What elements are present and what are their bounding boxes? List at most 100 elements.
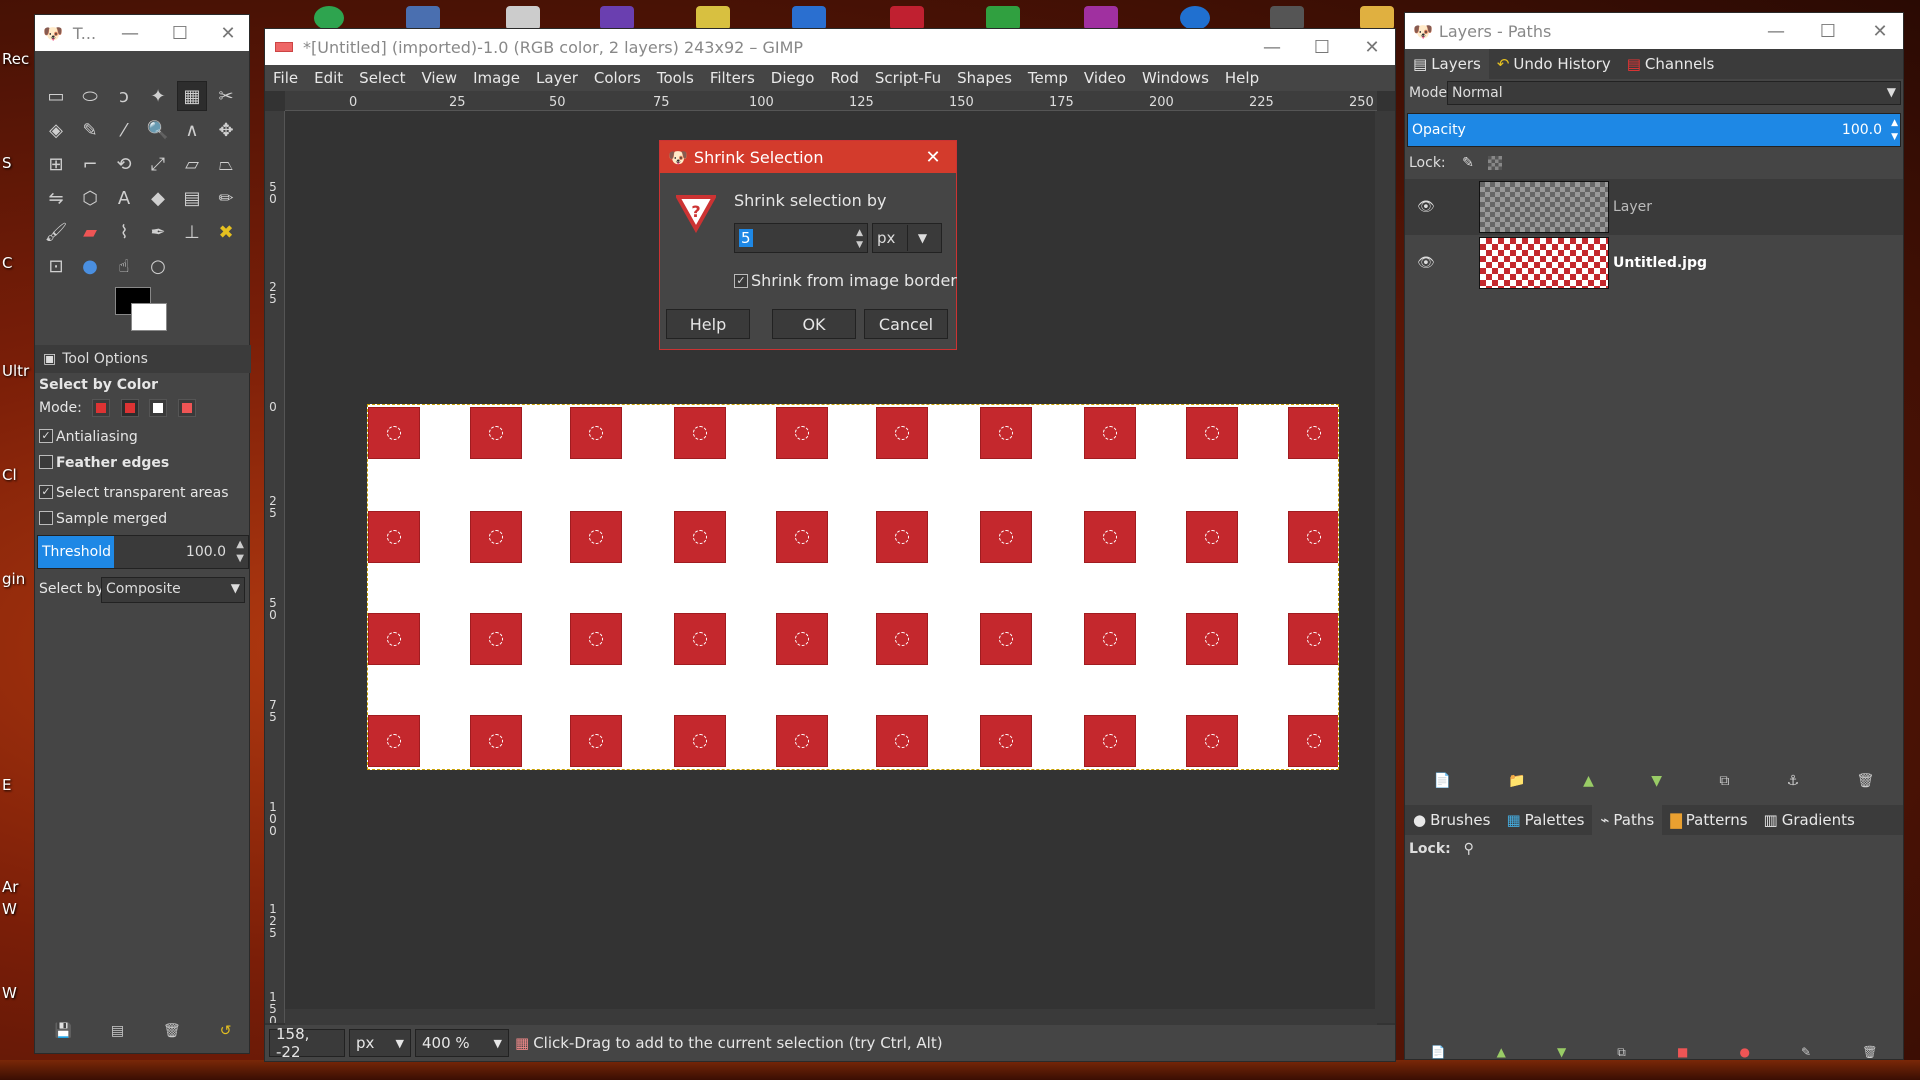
desktop-folder-icon[interactable] — [1360, 6, 1394, 30]
select-transparent-checkbox[interactable]: ✓ — [39, 485, 53, 499]
new-layer-icon[interactable]: 📄 — [1434, 773, 1451, 797]
shrink-border-checkbox[interactable]: ✓ — [734, 273, 748, 288]
scissors-tool-icon[interactable]: ✂ — [211, 81, 241, 111]
horizontal-ruler[interactable]: 0 25 50 75 100 125 150 175 200 225 250 — [285, 91, 1377, 111]
mode-add-button[interactable] — [120, 399, 139, 417]
desktop-app-icon[interactable] — [1084, 6, 1118, 30]
mode-intersect-button[interactable] — [177, 399, 196, 417]
tab-brushes[interactable]: ● Brushes — [1405, 805, 1498, 835]
desktop-app-icon[interactable] — [1270, 6, 1304, 30]
tab-channels[interactable]: ▤ Channels — [1619, 49, 1723, 79]
move-tool-icon[interactable]: ✥ — [211, 115, 241, 145]
desktop-app-icon[interactable] — [696, 6, 730, 30]
menu-diego[interactable]: Diego — [771, 69, 815, 87]
measure-tool-icon[interactable]: ∧ — [177, 115, 207, 145]
desktop-label[interactable]: S — [2, 154, 12, 172]
perspective-tool-icon[interactable]: ⏢ — [211, 149, 241, 179]
close-button[interactable]: ✕ — [1855, 13, 1905, 49]
heal-tool-icon[interactable]: ✖ — [211, 217, 241, 247]
dialog-titlebar[interactable]: 🐶 Shrink Selection ✕ — [660, 141, 956, 173]
mode-subtract-button[interactable] — [149, 399, 168, 417]
new-path-icon[interactable]: 📄 — [1431, 1045, 1446, 1059]
stroke-path-icon[interactable]: ✎ — [1801, 1045, 1811, 1059]
tab-palettes[interactable]: ▦ Palettes — [1498, 805, 1592, 835]
threshold-slider[interactable]: Threshold 100.0 ▲ ▼ — [37, 535, 249, 569]
airbrush-tool-icon[interactable]: ⌇ — [109, 217, 139, 247]
delete-options-icon[interactable]: 🗑 — [163, 1023, 181, 1047]
ok-button[interactable]: OK — [772, 309, 856, 339]
tab-paths[interactable]: ⌁ Paths — [1592, 805, 1663, 835]
desktop-app-icon[interactable] — [890, 6, 924, 30]
lower-path-icon[interactable]: ▼ — [1557, 1045, 1566, 1059]
chevron-down-icon[interactable]: ▼ — [907, 225, 937, 251]
flip-tool-icon[interactable]: ⇋ — [41, 183, 71, 213]
toolbox-titlebar[interactable]: 🐶 T... — ☐ ✕ — [35, 15, 249, 51]
menu-file[interactable]: File — [273, 69, 298, 87]
close-button[interactable]: ✕ — [203, 15, 253, 51]
menu-temp[interactable]: Temp — [1028, 69, 1068, 87]
foreground-select-tool-icon[interactable]: ◈ — [41, 115, 71, 145]
duplicate-layer-icon[interactable]: ⧉ — [1719, 773, 1729, 797]
background-color[interactable] — [131, 303, 167, 331]
antialiasing-option[interactable]: ✓ Antialiasing — [39, 429, 138, 445]
sample-merged-option[interactable]: Sample merged — [39, 511, 167, 527]
menu-script-fu[interactable]: Script-Fu — [875, 69, 941, 87]
tool-options-tab[interactable]: ▣ Tool Options — [35, 345, 251, 373]
desktop-label[interactable]: gin — [2, 570, 25, 588]
menu-view[interactable]: View — [421, 69, 457, 87]
close-button[interactable]: ✕ — [1347, 29, 1397, 65]
sample-merged-checkbox[interactable] — [39, 511, 53, 525]
zoom-tool-icon[interactable]: 🔍 — [143, 115, 173, 145]
antialiasing-checkbox[interactable]: ✓ — [39, 429, 53, 443]
menu-rod[interactable]: Rod — [830, 69, 858, 87]
ink-tool-icon[interactable]: ✒ — [143, 217, 173, 247]
desktop-label[interactable]: Cl — [2, 466, 17, 484]
tab-layers[interactable]: ▤ Layers — [1405, 49, 1489, 79]
pencil-tool-icon[interactable]: ✏ — [211, 183, 241, 213]
cancel-button[interactable]: Cancel — [864, 309, 948, 339]
desktop-label[interactable]: Ultr — [2, 362, 29, 380]
select-by-combo[interactable]: Composite ▼ — [101, 577, 245, 603]
scale-tool-icon[interactable]: ⤢ — [143, 149, 173, 179]
maximize-button[interactable]: ☐ — [1297, 29, 1347, 65]
tab-patterns[interactable]: ▇ Patterns — [1662, 805, 1755, 835]
maximize-button[interactable]: ☐ — [1803, 13, 1853, 49]
eraser-tool-icon[interactable]: ▰ — [75, 217, 105, 247]
desktop-app-icon[interactable] — [600, 6, 634, 30]
desktop-label[interactable]: W — [2, 984, 17, 1002]
desktop-app-icon[interactable] — [792, 6, 826, 30]
vertical-scrollbar[interactable] — [1375, 111, 1395, 1023]
vertical-ruler[interactable]: 5 0 2 5 0 2 5 5 0 7 5 1 0 0 1 2 5 1 5 0 — [265, 111, 285, 1023]
desktop-label[interactable]: C — [2, 254, 12, 272]
help-button[interactable]: Help — [666, 309, 750, 339]
shear-tool-icon[interactable]: ▱ — [177, 149, 207, 179]
menu-image[interactable]: Image — [473, 69, 520, 87]
lock-position-icon[interactable]: ⚲ — [1464, 841, 1474, 857]
desktop-app-icon[interactable] — [506, 6, 540, 30]
shrink-unit-combo[interactable]: px ▼ — [872, 223, 942, 253]
menu-help[interactable]: Help — [1225, 69, 1259, 87]
feather-edges-option[interactable]: Feather edges — [39, 455, 169, 471]
spin-arrows[interactable]: ▲ ▼ — [856, 227, 863, 251]
duplicate-path-icon[interactable]: ⧉ — [1617, 1045, 1626, 1059]
rect-select-tool-icon[interactable]: ▭ — [41, 81, 71, 111]
rotate-tool-icon[interactable]: ⟲ — [109, 149, 139, 179]
raise-path-icon[interactable]: ▲ — [1497, 1045, 1506, 1059]
raise-layer-icon[interactable]: ▲ — [1583, 773, 1594, 797]
tab-gradients[interactable]: ▥ Gradients — [1756, 805, 1863, 835]
spin-arrows[interactable]: ▲ ▼ — [1891, 116, 1898, 144]
unit-combo[interactable]: px ▼ — [349, 1029, 411, 1057]
zoom-combo[interactable]: 400 % ▼ — [415, 1029, 509, 1057]
opacity-slider[interactable]: Opacity 100.0 ▲ ▼ — [1407, 113, 1901, 147]
eye-icon[interactable]: 👁 — [1417, 255, 1435, 271]
dock-titlebar[interactable]: 🐶 Layers - Paths — ☐ ✕ — [1405, 13, 1903, 49]
threshold-spin-arrows[interactable]: ▲ ▼ — [236, 538, 244, 566]
path-to-selection-icon[interactable]: ■ — [1677, 1045, 1688, 1059]
save-options-icon[interactable]: 💾 — [54, 1023, 71, 1047]
smudge-tool-icon[interactable]: ☝ — [109, 251, 139, 281]
desktop-label[interactable]: W — [2, 900, 17, 918]
image-canvas[interactable] — [367, 404, 1339, 770]
feather-edges-checkbox[interactable] — [39, 455, 53, 469]
maximize-button[interactable]: ☐ — [155, 15, 205, 51]
tab-undo-history[interactable]: ↶ Undo History — [1489, 49, 1619, 79]
